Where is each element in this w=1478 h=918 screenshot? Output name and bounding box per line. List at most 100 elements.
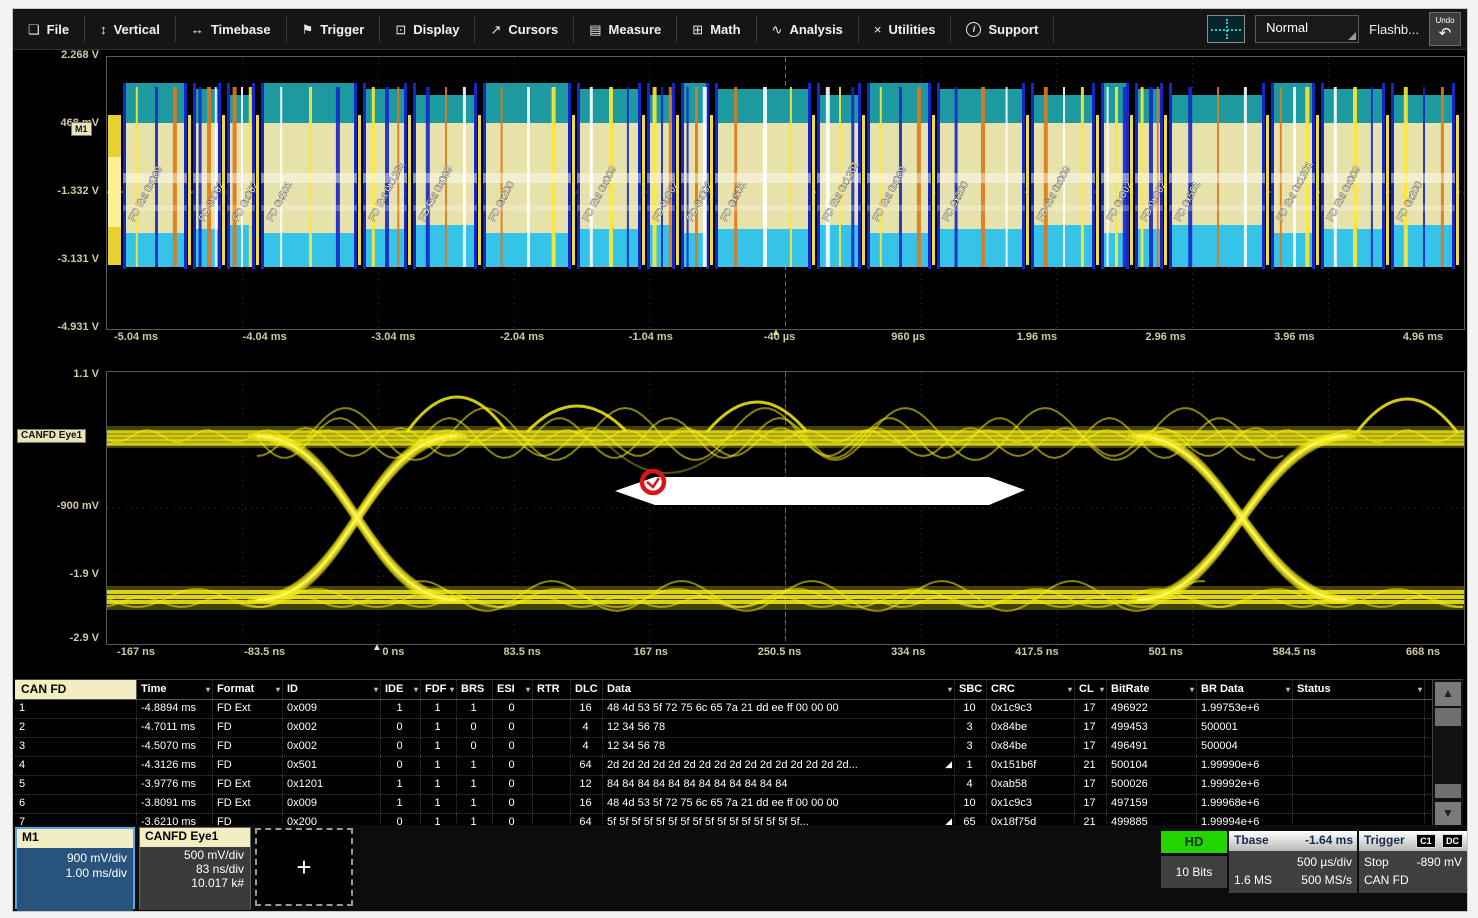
cell-esi: 0: [493, 795, 533, 813]
eye-vdiv: 500 mV/div: [140, 848, 244, 862]
graticule-icon[interactable]: [1207, 15, 1245, 43]
column-header-esi[interactable]: ESI▾: [493, 680, 533, 699]
cell-bitrate: 500026: [1107, 776, 1197, 794]
add-trace-button[interactable]: +: [255, 828, 353, 906]
cell-fdf: 1: [421, 795, 457, 813]
trigger-time-marker-icon[interactable]: ▲: [771, 327, 781, 338]
x-axis-tick-label: -5.04 ms: [114, 331, 158, 343]
column-header-format[interactable]: Format▾: [213, 680, 283, 699]
menu-item-label: Math: [710, 22, 740, 37]
cell-brs: 1: [457, 757, 493, 775]
scrollbar-thumb[interactable]: [1435, 708, 1461, 726]
cell-data: 48 4d 53 5f 72 75 6c 65 7a 21 dd ee ff 0…: [603, 795, 955, 813]
scrollbar-track[interactable]: [1433, 728, 1463, 784]
cell-br_data: 1.99753e+6: [1197, 700, 1293, 718]
cell-status: [1293, 738, 1425, 756]
column-header-crc[interactable]: CRC▾: [987, 680, 1075, 699]
column-header-fdf[interactable]: FDF▾: [421, 680, 457, 699]
acquisition-x-axis: -5.04 ms-4.04 ms-3.04 ms-2.04 ms-1.04 ms…: [106, 329, 1463, 347]
column-header-time[interactable]: Time▾: [137, 680, 213, 699]
table-row[interactable]: 1-4.8894 msFD Ext0x00911101648 4d 53 5f …: [15, 700, 1463, 719]
eye-diagram-waveform: [107, 372, 1464, 644]
m1-level-marker[interactable]: M1: [71, 122, 92, 136]
column-header-sbc[interactable]: SBC: [955, 680, 987, 699]
cell-fdf: 1: [421, 776, 457, 794]
cell-br_data: 1.99992e+6: [1197, 776, 1293, 794]
menu-item-utilities[interactable]: ×Utilities: [859, 16, 952, 42]
menu-item-vertical[interactable]: ↕ Vertical: [85, 16, 176, 42]
scroll-down-icon[interactable]: ▼: [1435, 802, 1461, 826]
m1-descriptor-box[interactable]: M1 900 mV/div 1.00 ms/div: [15, 827, 135, 909]
cell-id: 0x002: [283, 719, 381, 737]
menu-item-label: Display: [413, 22, 459, 37]
session-name: Flashb...: [1369, 22, 1419, 37]
acquisition-plot[interactable]: FD Ext 0x009FD 0x002FD 0x002FD 0x501FD E…: [106, 56, 1465, 330]
undo-button[interactable]: Undo ↶: [1429, 12, 1461, 46]
cell-esi: 0: [493, 757, 533, 775]
menu-item-label: Vertical: [114, 22, 160, 37]
column-header-status[interactable]: Status▾: [1293, 680, 1425, 699]
menu-item-display[interactable]: ⊡Display: [380, 16, 475, 42]
timebase-box[interactable]: Tbase -1.64 ms 500 µs/div 1.6 MS 500 MS/…: [1229, 831, 1357, 893]
table-tab-can-fd[interactable]: CAN FD: [15, 680, 137, 699]
menu-item-trigger[interactable]: ⚑ Trigger: [287, 16, 381, 42]
menu-item-support[interactable]: iSupport: [951, 16, 1054, 42]
cell-sbc: 3: [955, 738, 987, 756]
column-filter-arrow-icon[interactable]: ▾: [1418, 683, 1422, 699]
menu-item-file[interactable]: ❏File: [13, 16, 85, 42]
column-filter-arrow-icon[interactable]: ▾: [526, 683, 530, 699]
column-filter-arrow-icon[interactable]: ▾: [1190, 683, 1194, 699]
decode-table-header: CAN FDTime▾Format▾ID▾IDE▾FDF▾BRSESI▾RTRD…: [15, 680, 1463, 700]
column-header-bitrate[interactable]: BitRate▾: [1107, 680, 1197, 699]
display-mode-dropdown[interactable]: Normal: [1255, 15, 1359, 43]
scroll-up-icon[interactable]: ▲: [1435, 682, 1461, 706]
column-filter-arrow-icon[interactable]: ▾: [1068, 683, 1072, 699]
row-number: 4: [15, 757, 137, 775]
expand-row-icon[interactable]: ◢: [945, 759, 952, 770]
column-header-data[interactable]: Data▾: [603, 680, 955, 699]
column-header-brs[interactable]: BRS: [457, 680, 493, 699]
eye-descriptor-box[interactable]: CANFD Eye1 500 mV/div 83 ns/div 10.017 k…: [139, 827, 251, 909]
column-header-ide[interactable]: IDE▾: [381, 680, 421, 699]
column-filter-arrow-icon[interactable]: ▾: [276, 683, 280, 699]
cell-brs: 1: [457, 700, 493, 718]
table-scrollbar[interactable]: ▲ ▼: [1432, 680, 1463, 828]
menu-item-label: Timebase: [211, 22, 271, 37]
column-header-id[interactable]: ID▾: [283, 680, 381, 699]
column-filter-arrow-icon[interactable]: ▾: [450, 683, 454, 699]
eye-plot[interactable]: [106, 371, 1465, 645]
cell-rtr: [533, 795, 571, 813]
column-header-br-data[interactable]: BR Data▾: [1197, 680, 1293, 699]
column-filter-arrow-icon[interactable]: ▾: [1286, 683, 1290, 699]
menu-item-cursors[interactable]: ↗Cursors: [475, 16, 574, 42]
cell-br_data: 500001: [1197, 719, 1293, 737]
x-axis-tick-label: 501 ns: [1148, 646, 1182, 658]
table-row[interactable]: 4-4.3126 msFD0x5010110642d 2d 2d 2d 2d 2…: [15, 757, 1463, 776]
table-row[interactable]: 5-3.9776 msFD Ext0x120111101284 84 84 84…: [15, 776, 1463, 795]
table-row[interactable]: 6-3.8091 msFD Ext0x00911101648 4d 53 5f …: [15, 795, 1463, 814]
cell-dlc: 16: [571, 795, 603, 813]
column-header-cl[interactable]: CL▾: [1075, 680, 1107, 699]
menu-item-analysis[interactable]: ∿Analysis: [757, 16, 859, 42]
trigger-box[interactable]: Trigger C1 DC Stop -890 mV CAN FD: [1359, 831, 1467, 893]
vertical-arrows-icon: ↕: [100, 23, 107, 36]
eye-trigger-marker-icon[interactable]: ▲: [372, 642, 382, 653]
x-axis-tick-label: 2.96 ms: [1145, 331, 1185, 343]
menu-item-label: Trigger: [320, 22, 364, 37]
menu-item-timebase[interactable]: ↔Timebase: [176, 16, 287, 42]
column-filter-arrow-icon[interactable]: ▾: [206, 683, 210, 699]
scrollbar-thumb-lower[interactable]: [1435, 784, 1461, 798]
column-header-rtr[interactable]: RTR: [533, 680, 571, 699]
trigger-flag-icon: ⚑: [302, 23, 314, 36]
column-header-dlc[interactable]: DLC: [571, 680, 603, 699]
column-filter-arrow-icon[interactable]: ▾: [1100, 683, 1104, 699]
menu-item-measure[interactable]: ▤Measure: [574, 16, 677, 42]
column-filter-arrow-icon[interactable]: ▾: [414, 683, 418, 699]
table-row[interactable]: 2-4.7011 msFD0x0020100412 34 56 7830x84b…: [15, 719, 1463, 738]
column-filter-arrow-icon[interactable]: ▾: [374, 683, 378, 699]
cell-dlc: 12: [571, 776, 603, 794]
menu-item-math[interactable]: ⊞Math: [677, 16, 756, 42]
eye-channel-label[interactable]: CANFD Eye1: [17, 429, 86, 443]
table-row[interactable]: 3-4.5070 msFD0x0020100412 34 56 7830x84b…: [15, 738, 1463, 757]
column-filter-arrow-icon[interactable]: ▾: [948, 683, 952, 699]
